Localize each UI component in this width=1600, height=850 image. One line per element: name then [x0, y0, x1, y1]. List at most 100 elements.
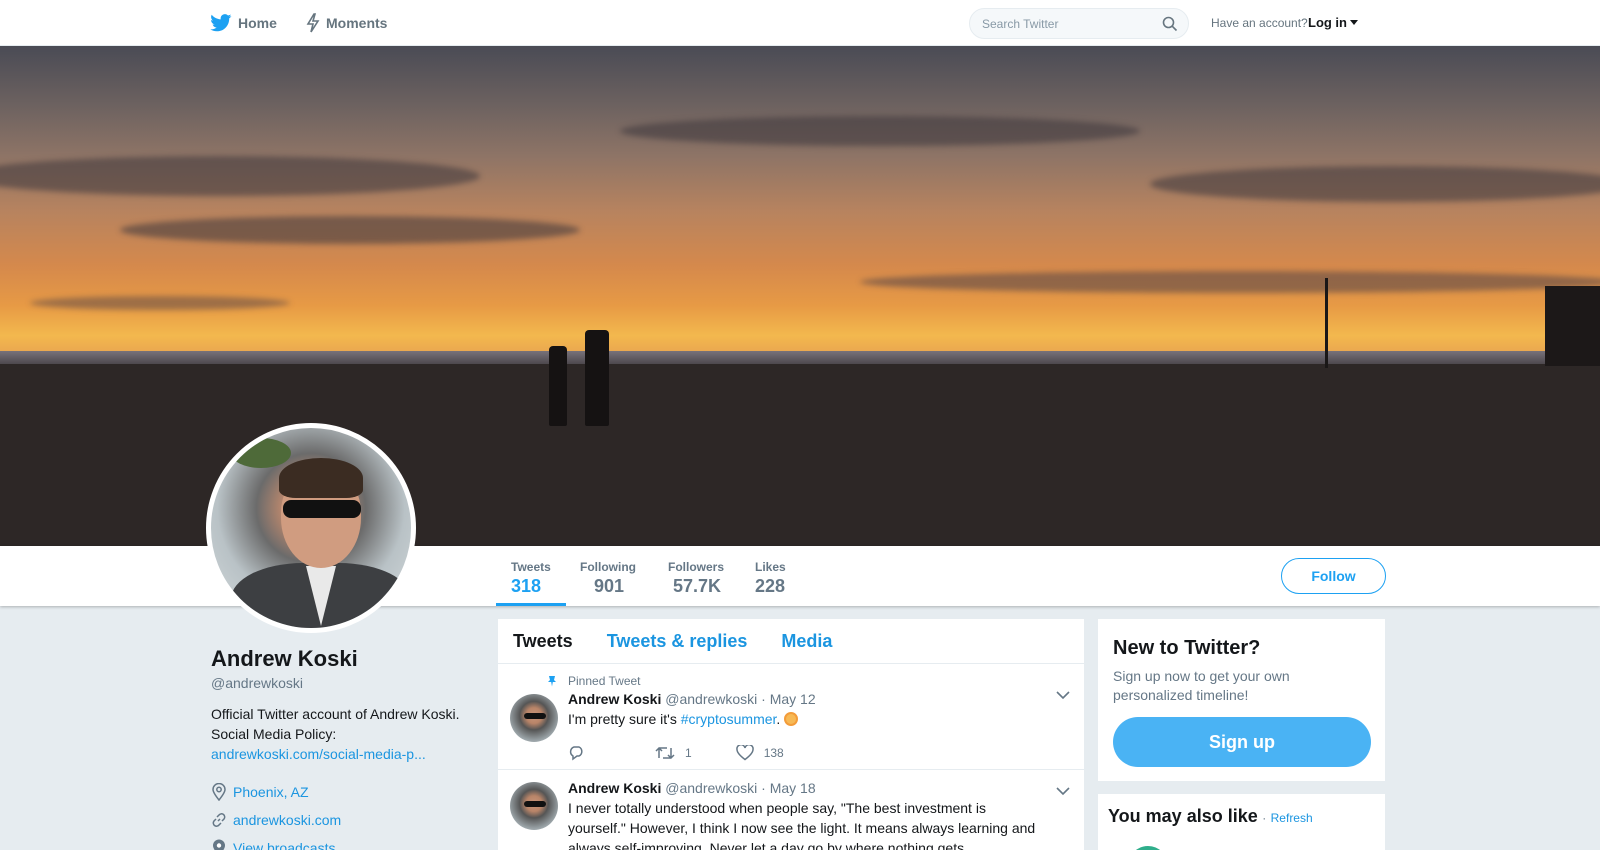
signup-text: Sign up now to get your own personalized… — [1113, 668, 1290, 703]
login-label: Log in — [1308, 15, 1347, 30]
profile-meta: Phoenix, AZ andrewkoski.com View broadca… — [211, 778, 481, 850]
tweet-date[interactable]: · May 18 — [761, 780, 815, 796]
banner-cloud — [860, 271, 1600, 293]
tweet-actions: 1 138 — [568, 735, 1069, 771]
pin-icon — [548, 676, 556, 687]
pinned-text: Pinned Tweet — [568, 674, 641, 688]
avatar-sunglasses — [283, 500, 361, 518]
separator-dot: · — [1262, 811, 1267, 825]
stat-likes[interactable]: Likes 228 — [755, 546, 786, 606]
tweet-handle[interactable]: @andrewkoski — [665, 691, 757, 707]
search-box — [969, 8, 1189, 39]
you-may-also-like-title: You may also like — [1108, 806, 1258, 826]
account-prompt: Have an account? — [1211, 16, 1308, 30]
tweet-date[interactable]: · May 12 — [761, 691, 815, 707]
hashtag-link[interactable]: #cryptosummer — [681, 711, 777, 727]
retweet-count: 1 — [685, 746, 692, 760]
signup-card: New to Twitter? Sign up now to get your … — [1097, 618, 1386, 782]
search-icon[interactable] — [1162, 16, 1178, 32]
banner-cloud — [30, 296, 290, 310]
stat-label: Followers — [668, 560, 725, 574]
tweet-handle[interactable]: @andrewkoski — [665, 780, 757, 796]
tweet-avatar[interactable] — [510, 782, 558, 830]
banner-figure — [549, 346, 567, 426]
retweet-icon — [655, 746, 675, 760]
banner-cloud — [120, 216, 580, 244]
tweet-author[interactable]: Andrew Koski — [568, 691, 661, 707]
profile-info: Andrew Koski @andrewkoski Official Twitt… — [211, 646, 481, 850]
link-icon — [212, 813, 226, 827]
tweet-text-part: . — [776, 711, 781, 727]
timeline-tabs: Tweets Tweets & replies Media — [498, 619, 1084, 664]
location-row: Phoenix, AZ — [211, 778, 481, 806]
nav-home[interactable]: Home — [210, 0, 277, 46]
stat-label: Following — [580, 560, 636, 574]
website-link[interactable]: andrewkoski.com — [233, 812, 341, 828]
banner-cloud — [620, 116, 1140, 146]
broadcasts-link[interactable]: View broadcasts — [233, 840, 335, 850]
tab-media[interactable]: Media — [781, 631, 832, 652]
stat-value: 228 — [755, 576, 786, 596]
like-count: 138 — [763, 746, 784, 760]
retweet-button[interactable]: 1 — [655, 746, 692, 760]
timeline: Tweets Tweets & replies Media Pinned Twe… — [497, 618, 1085, 850]
reply-icon — [569, 746, 583, 761]
tweet-header: Andrew Koski @andrewkoski · May 18 — [568, 780, 1069, 796]
banner-cloud — [1150, 166, 1600, 202]
stat-following[interactable]: Following 901 — [580, 546, 636, 606]
login-dropdown[interactable]: Log in — [1308, 15, 1358, 30]
you-may-also-like-card: You may also like · Refresh — [1097, 793, 1386, 850]
chevron-down-icon[interactable] — [1056, 786, 1070, 796]
stat-tweets[interactable]: Tweets 318 — [496, 546, 566, 606]
tweet-header: Andrew Koski @andrewkoski · May 12 — [568, 691, 1069, 707]
bio-line: Official Twitter account of Andrew Koski… — [211, 706, 460, 722]
refresh-link[interactable]: Refresh — [1271, 811, 1313, 825]
reply-button[interactable] — [568, 745, 595, 761]
banner-horizon — [0, 351, 1600, 365]
signup-button[interactable]: Sign up — [1113, 717, 1371, 767]
banner-lifeguard-tower — [1545, 286, 1600, 366]
stat-value: 901 — [594, 576, 625, 596]
suggested-user-avatar[interactable] — [1128, 846, 1168, 850]
like-button[interactable]: 138 — [735, 745, 784, 761]
lightning-icon — [306, 13, 320, 33]
bio-link[interactable]: andrewkoski.com/social-media-p... — [211, 746, 426, 762]
website-row: andrewkoski.com — [211, 806, 481, 834]
avatar-palm — [231, 438, 291, 468]
tab-tweets[interactable]: Tweets — [513, 631, 573, 652]
location-link[interactable]: Phoenix, AZ — [233, 784, 309, 800]
caret-down-icon — [1350, 20, 1358, 25]
stat-value: 318 — [511, 576, 542, 596]
stat-value: 57.7K — [673, 576, 722, 596]
stat-followers[interactable]: Followers 57.7K — [668, 546, 724, 606]
sun-emoji-icon — [784, 712, 799, 726]
banner-cloud — [0, 156, 480, 196]
profile-bio: Official Twitter account of Andrew Koski… — [211, 704, 481, 764]
tab-tweets-replies[interactable]: Tweets & replies — [607, 631, 748, 652]
chevron-down-icon[interactable] — [1056, 690, 1070, 700]
nav-home-label: Home — [238, 15, 277, 31]
location-pin-icon — [212, 783, 226, 801]
follow-button[interactable]: Follow — [1281, 558, 1386, 594]
twitter-bird-icon — [210, 14, 232, 32]
tweet-author[interactable]: Andrew Koski — [568, 780, 661, 796]
profile-name[interactable]: Andrew Koski — [211, 646, 481, 672]
avatar-hair — [279, 458, 363, 498]
profile-handle[interactable]: @andrewkoski — [211, 675, 481, 691]
nav-moments-label: Moments — [326, 15, 388, 31]
tweet-text: I'm pretty sure it's #cryptosummer. — [568, 709, 1069, 729]
banner-pole — [1325, 278, 1328, 368]
stat-label: Likes — [755, 560, 786, 574]
pinned-label: Pinned Tweet — [546, 674, 1069, 688]
tweet-avatar[interactable] — [510, 694, 558, 742]
top-navigation-bar: Home Moments Have an account? Log in — [0, 0, 1600, 46]
location-pin-icon — [213, 839, 225, 850]
search-input[interactable] — [970, 16, 1150, 31]
profile-avatar[interactable] — [206, 423, 416, 633]
tweet-item[interactable]: Pinned Tweet Andrew Koski @andrewkoski ·… — [498, 664, 1084, 770]
tweet-item[interactable]: Andrew Koski @andrewkoski · May 18 I nev… — [498, 770, 1084, 850]
broadcasts-row: View broadcasts — [211, 834, 481, 850]
heart-icon — [735, 745, 754, 761]
nav-moments[interactable]: Moments — [306, 0, 387, 46]
tweet-text-part: I'm pretty sure it's — [568, 711, 681, 727]
